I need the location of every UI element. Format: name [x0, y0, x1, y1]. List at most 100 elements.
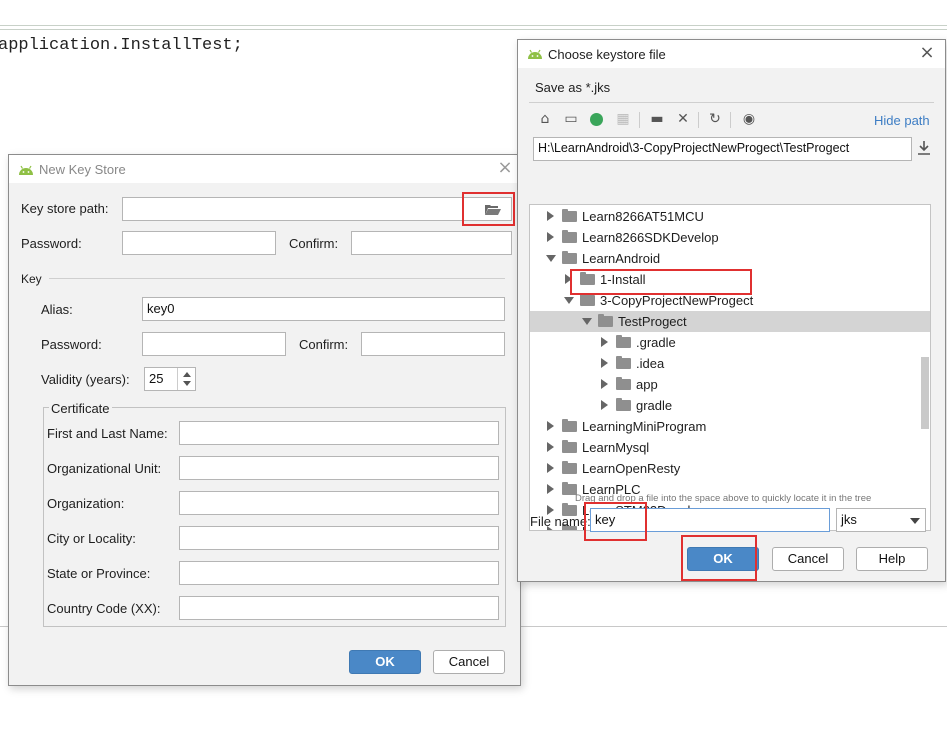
desktop-icon[interactable]: ▭	[562, 110, 580, 128]
tree-row[interactable]: LearningMiniProgram	[530, 416, 930, 437]
tree-row[interactable]: .gradle	[530, 332, 930, 353]
tree-row[interactable]: Learn8266AT51MCU	[530, 206, 930, 227]
tree-row-label: .gradle	[636, 335, 676, 350]
tree-row-label: LearnAndroid	[582, 251, 661, 266]
spin-up-icon[interactable]	[183, 372, 191, 377]
chevron-right-icon[interactable]	[547, 463, 554, 473]
chevron-down-icon[interactable]	[910, 518, 920, 524]
key-password-label: Password:	[41, 337, 102, 352]
tree-row-label: gradle	[636, 398, 673, 413]
key-store-path-input[interactable]	[122, 197, 512, 221]
folder-tree[interactable]: Learn8266AT51MCU Learn8266SDKDevelop Learn…	[529, 204, 931, 531]
save-as-label: Save as *.jks	[535, 80, 611, 95]
tree-row[interactable]: TestProgect	[530, 311, 930, 332]
cert-label-organization: Organization:	[47, 496, 125, 511]
tree-row-label: .idea	[636, 356, 665, 371]
validity-spin-buttons[interactable]	[177, 368, 196, 390]
cert-input-state[interactable]	[179, 561, 499, 585]
editor-border-top-2	[0, 29, 947, 30]
cert-input-city[interactable]	[179, 526, 499, 550]
folder-icon	[562, 440, 577, 453]
chevron-right-icon[interactable]	[547, 211, 554, 221]
chevron-right-icon[interactable]	[601, 337, 608, 347]
chevron-down-icon[interactable]	[564, 297, 574, 304]
code-line: application.InstallTest;	[0, 36, 243, 55]
tree-row[interactable]: gradle	[530, 395, 930, 416]
tree-row-label: TestProgect	[618, 314, 687, 329]
tree-scrollbar[interactable]	[921, 357, 929, 429]
android-icon	[19, 165, 33, 175]
new-key-store-dialog: New Key Store × Key store path: Password…	[8, 154, 521, 686]
cert-input-first-last-name[interactable]	[179, 421, 499, 445]
certificate-label: Certificate	[49, 401, 112, 416]
toolbar-separator-1	[639, 112, 640, 128]
highlight-box-file-name	[584, 502, 647, 541]
tree-row[interactable]: app	[530, 374, 930, 395]
show-hidden-icon[interactable]: ◉	[740, 110, 758, 128]
chevron-right-icon[interactable]	[547, 442, 554, 452]
new-folder-icon[interactable]: ▬	[648, 110, 666, 128]
download-path-icon[interactable]	[917, 140, 931, 156]
cert-label-org-unit: Organizational Unit:	[47, 461, 162, 476]
confirm-input[interactable]	[351, 231, 512, 255]
folder-icon	[616, 356, 631, 369]
chevron-right-icon[interactable]	[601, 379, 608, 389]
tree-row[interactable]: .idea	[530, 353, 930, 374]
tree-row-label: app	[636, 377, 658, 392]
cancel-button[interactable]: Cancel	[433, 650, 505, 674]
chevron-right-icon[interactable]	[547, 232, 554, 242]
alias-input[interactable]: key0	[142, 297, 505, 321]
spin-down-icon[interactable]	[183, 381, 191, 386]
password-input[interactable]	[122, 231, 276, 255]
editor-border-top	[0, 25, 947, 26]
tree-row-label: Learn8266AT51MCU	[582, 209, 704, 224]
close-icon[interactable]: ×	[496, 159, 514, 177]
chooser-cancel-button[interactable]: Cancel	[772, 547, 844, 571]
close-icon[interactable]: ×	[918, 44, 936, 62]
tree-row-label: LearnOpenResty	[582, 461, 681, 476]
key-confirm-label: Confirm:	[299, 337, 349, 352]
folder-icon	[598, 314, 613, 327]
folder-icon	[616, 377, 631, 390]
chooser-help-button[interactable]: Help	[856, 547, 928, 571]
cert-input-org-unit[interactable]	[179, 456, 499, 480]
home-icon[interactable]: ⌂	[536, 110, 554, 128]
tree-row[interactable]: LearnAndroid	[530, 248, 930, 269]
new-key-store-titlebar: New Key Store ×	[9, 155, 520, 183]
tree-row-label: LearningMiniProgram	[582, 419, 707, 434]
delete-icon[interactable]: ✕	[674, 110, 692, 128]
hide-path-link[interactable]: Hide path	[874, 113, 930, 128]
refresh-icon[interactable]: ↻	[706, 110, 724, 128]
project-icon[interactable]	[590, 113, 603, 126]
password-label: Password:	[21, 236, 82, 251]
cert-input-country[interactable]	[179, 596, 499, 620]
chevron-down-icon[interactable]	[582, 318, 592, 325]
folder-icon	[616, 398, 631, 411]
chevron-right-icon[interactable]	[601, 358, 608, 368]
tree-row-label: Learn8266SDKDevelop	[582, 230, 719, 245]
confirm-label: Confirm:	[289, 236, 339, 251]
tree-row[interactable]: LearnMysql	[530, 437, 930, 458]
chooser-title: Choose keystore file	[548, 47, 666, 62]
tree-row[interactable]: LearnOpenResty	[530, 458, 930, 479]
ok-button[interactable]: OK	[349, 650, 421, 674]
cert-input-organization[interactable]	[179, 491, 499, 515]
key-password-input[interactable]	[142, 332, 286, 356]
key-section-label: Key	[21, 272, 42, 286]
choose-keystore-dialog: Choose keystore file × Save as *.jks ⌂ ▭…	[517, 39, 946, 582]
chevron-right-icon[interactable]	[547, 421, 554, 431]
folder-icon	[562, 419, 577, 432]
key-confirm-input[interactable]	[361, 332, 505, 356]
highlight-box-browse	[462, 192, 515, 226]
cert-label-country: Country Code (XX):	[47, 601, 161, 616]
module-icon[interactable]: ▦	[614, 110, 632, 128]
chevron-right-icon[interactable]	[547, 484, 554, 494]
folder-icon	[616, 335, 631, 348]
tree-row[interactable]: Learn8266SDKDevelop	[530, 227, 930, 248]
path-input[interactable]: H:\LearnAndroid\3-CopyProjectNewProgect\…	[533, 137, 912, 161]
tree-row-label: 3-CopyProjectNewProgect	[600, 293, 754, 308]
chooser-divider	[529, 102, 934, 103]
cert-label-first-last-name: First and Last Name:	[47, 426, 168, 441]
chevron-down-icon[interactable]	[546, 255, 556, 262]
chevron-right-icon[interactable]	[601, 400, 608, 410]
